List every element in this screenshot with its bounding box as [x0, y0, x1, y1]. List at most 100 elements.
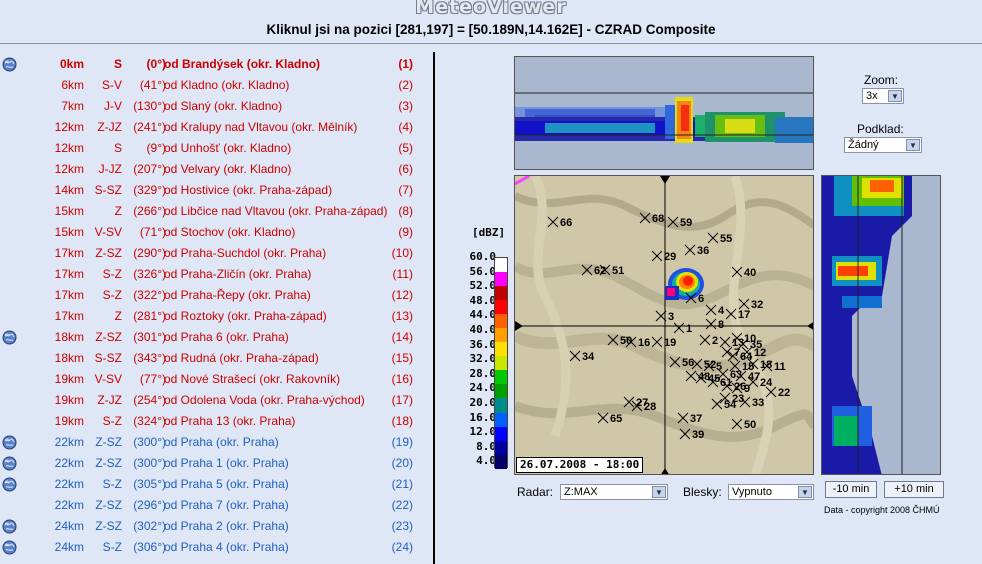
map-marker-label: 16	[638, 337, 650, 349]
location-distance: 17km	[54, 309, 84, 323]
location-row[interactable]: 15km V-SV (71°) od Stochov (okr. Kladno) (9)	[30, 222, 420, 243]
location-place-name[interactable]: od Praha 4 (okr. Praha)	[164, 537, 289, 558]
blesky-select[interactable]: Vypnuto ▼	[728, 484, 814, 500]
location-place-name[interactable]: od Praha-Řepy (okr. Praha)	[164, 285, 311, 306]
vertical-divider	[433, 52, 435, 564]
location-place-name[interactable]: od Slaný (okr. Kladno)	[164, 96, 282, 117]
prev-10min-button[interactable]: -10 min	[825, 481, 877, 498]
legend-value: 56.0	[469, 264, 497, 278]
location-row[interactable]: 12km J-JZ (207°) od Velvary (okr. Kladno) (6…	[30, 159, 420, 180]
location-bearing: (9°)	[146, 141, 166, 155]
app-title: MeteoViewer	[415, 0, 567, 18]
globe-icon[interactable]	[2, 435, 17, 450]
location-distance: 0km	[59, 57, 84, 71]
location-row[interactable]: 0km S (0°) od Brandýsek (okr. Kladno) (1)	[2, 54, 420, 75]
location-row[interactable]: 19km V-SV (77°) od Nové Strašecí (okr. Rako…	[30, 369, 420, 390]
location-row[interactable]: 24km Z-SZ (302°) od Praha 2 (okr. Praha) (23…	[2, 516, 420, 537]
location-place-name[interactable]: od Praha (okr. Praha)	[164, 432, 279, 453]
location-place-name[interactable]: od Odolena Voda (okr. Praha-východ)	[164, 390, 365, 411]
location-place-name[interactable]: od Praha-Suchdol (okr. Praha)	[164, 243, 326, 264]
location-place-name[interactable]: od Libčice nad Vltavou (okr. Praha-západ…	[164, 201, 387, 222]
location-place-name[interactable]: od Praha 13 (okr. Praha)	[164, 411, 295, 432]
location-place-name[interactable]: od Nové Strašecí (okr. Rakovník)	[164, 369, 340, 390]
location-row[interactable]: 18km Z-SZ (301°) od Praha 6 (okr. Praha) (14…	[2, 327, 420, 348]
location-bearing: (305°)	[133, 477, 166, 491]
location-place-name[interactable]: od Stochov (okr. Kladno)	[164, 222, 295, 243]
location-row[interactable]: 12km Z-JZ (241°) od Kralupy nad Vltavou (ok…	[30, 117, 420, 138]
location-bearing: (300°)	[133, 435, 166, 449]
legend-color-swatch	[495, 314, 507, 329]
location-direction: S-Z	[102, 414, 122, 428]
header-divider	[0, 43, 982, 44]
location-row[interactable]: 14km S-SZ (329°) od Hostivice (okr. Praha-z…	[30, 180, 420, 201]
location-index: (16)	[391, 372, 413, 386]
location-row[interactable]: 15km Z (266°) od Libčice nad Vltavou (okr. …	[30, 201, 420, 222]
legend-color-bar	[494, 257, 508, 469]
location-row[interactable]: 6km S-V (41°) od Kladno (okr. Kladno) (2)	[30, 75, 420, 96]
location-row[interactable]: 22km Z-SZ (300°) od Praha (okr. Praha) (19)	[2, 432, 420, 453]
next-10min-button[interactable]: +10 min	[884, 481, 944, 498]
location-row[interactable]: 17km S-Z (326°) od Praha-Zličín (okr. Praha…	[30, 264, 420, 285]
location-place-name[interactable]: od Praha 1 (okr. Praha)	[164, 453, 289, 474]
location-index: (12)	[391, 288, 413, 302]
map-marker-label: 39	[692, 429, 704, 441]
globe-icon[interactable]	[2, 540, 17, 555]
location-place-name[interactable]: od Hostivice (okr. Praha-západ)	[164, 180, 332, 201]
globe-icon[interactable]	[2, 330, 17, 345]
location-direction: Z-JZ	[97, 393, 122, 407]
location-place-name[interactable]: od Roztoky (okr. Praha-západ)	[164, 306, 327, 327]
location-index: (8)	[398, 204, 413, 218]
radar-select[interactable]: Z:MAX ▼	[560, 484, 668, 500]
location-direction: S-SZ	[94, 351, 122, 365]
location-row[interactable]: 17km Z-SZ (290°) od Praha-Suchdol (okr. Pra…	[30, 243, 420, 264]
legend-value: 32.0	[469, 352, 497, 366]
globe-icon[interactable]	[2, 477, 17, 492]
location-row[interactable]: 12km S (9°) od Unhošť (okr. Kladno) (5)	[30, 138, 420, 159]
podklad-select[interactable]: Žádný ▼	[844, 137, 922, 153]
location-row[interactable]: 24km S-Z (306°) od Praha 4 (okr. Praha) (24)	[2, 537, 420, 558]
location-row[interactable]: 17km Z (281°) od Roztoky (okr. Praha-západ)…	[30, 306, 420, 327]
location-index: (2)	[398, 78, 413, 92]
location-index: (17)	[391, 393, 413, 407]
zoom-label: Zoom:	[864, 73, 899, 87]
location-row[interactable]: 22km Z-SZ (296°) od Praha 7 (okr. Praha) (22…	[30, 495, 420, 516]
location-place-name[interactable]: od Praha 2 (okr. Praha)	[164, 516, 289, 537]
location-place-name[interactable]: od Kralupy nad Vltavou (okr. Mělník)	[164, 117, 357, 138]
location-row[interactable]: 7km J-V (130°) od Slaný (okr. Kladno) (3)	[30, 96, 420, 117]
location-place-name[interactable]: od Praha 7 (okr. Praha)	[164, 495, 289, 516]
location-index: (10)	[391, 246, 413, 260]
location-direction: Z-SZ	[95, 519, 122, 533]
map-marker-label: 66	[560, 217, 572, 229]
location-place-name[interactable]: od Praha 6 (okr. Praha)	[164, 327, 289, 348]
globe-icon[interactable]	[2, 57, 17, 72]
location-row[interactable]: 19km S-Z (324°) od Praha 13 (okr. Praha) (18…	[30, 411, 420, 432]
globe-icon[interactable]	[2, 519, 17, 534]
location-row[interactable]: 18km S-SZ (343°) od Rudná (okr. Praha-západ…	[30, 348, 420, 369]
location-distance: 19km	[54, 414, 84, 428]
location-place-name[interactable]: od Praha-Zličín (okr. Praha)	[164, 264, 311, 285]
radar-map[interactable]: 66 68 59 55 36 29 62 51 40 6 32 3 4 17 8 1 50 16 19 2 13 10 35…	[514, 175, 814, 475]
globe-icon[interactable]	[2, 456, 17, 471]
location-bearing: (41°)	[139, 78, 166, 92]
location-place-name[interactable]: od Rudná (okr. Praha-západ)	[164, 348, 319, 369]
map-marker-label: 23	[732, 393, 744, 405]
zoom-select[interactable]: 3x ▼	[862, 88, 904, 104]
location-place-name[interactable]: od Kladno (okr. Kladno)	[164, 75, 289, 96]
location-bearing: (71°)	[139, 225, 166, 239]
location-place-name[interactable]: od Brandýsek (okr. Kladno)	[164, 54, 320, 75]
location-row[interactable]: 22km Z-SZ (300°) od Praha 1 (okr. Praha) (20…	[2, 453, 420, 474]
location-row[interactable]: 17km S-Z (322°) od Praha-Řepy (okr. Praha) (…	[30, 285, 420, 306]
cross-section-side-panel[interactable]	[821, 175, 941, 475]
location-place-name[interactable]: od Velvary (okr. Kladno)	[164, 159, 291, 180]
location-row[interactable]: 19km Z-JZ (254°) od Odolena Voda (okr. Prah…	[30, 390, 420, 411]
location-place-name[interactable]: od Unhošť (okr. Kladno)	[164, 138, 291, 159]
cross-section-top-panel[interactable]	[514, 56, 814, 170]
legend-color-swatch	[495, 370, 507, 385]
location-index: (19)	[391, 435, 413, 449]
location-index: (6)	[398, 162, 413, 176]
location-bearing: (302°)	[133, 519, 166, 533]
location-place-name[interactable]: od Praha 5 (okr. Praha)	[164, 474, 289, 495]
legend-color-swatch	[495, 440, 507, 455]
map-marker-label: 8	[718, 319, 724, 331]
location-row[interactable]: 22km S-Z (305°) od Praha 5 (okr. Praha) (21)	[2, 474, 420, 495]
